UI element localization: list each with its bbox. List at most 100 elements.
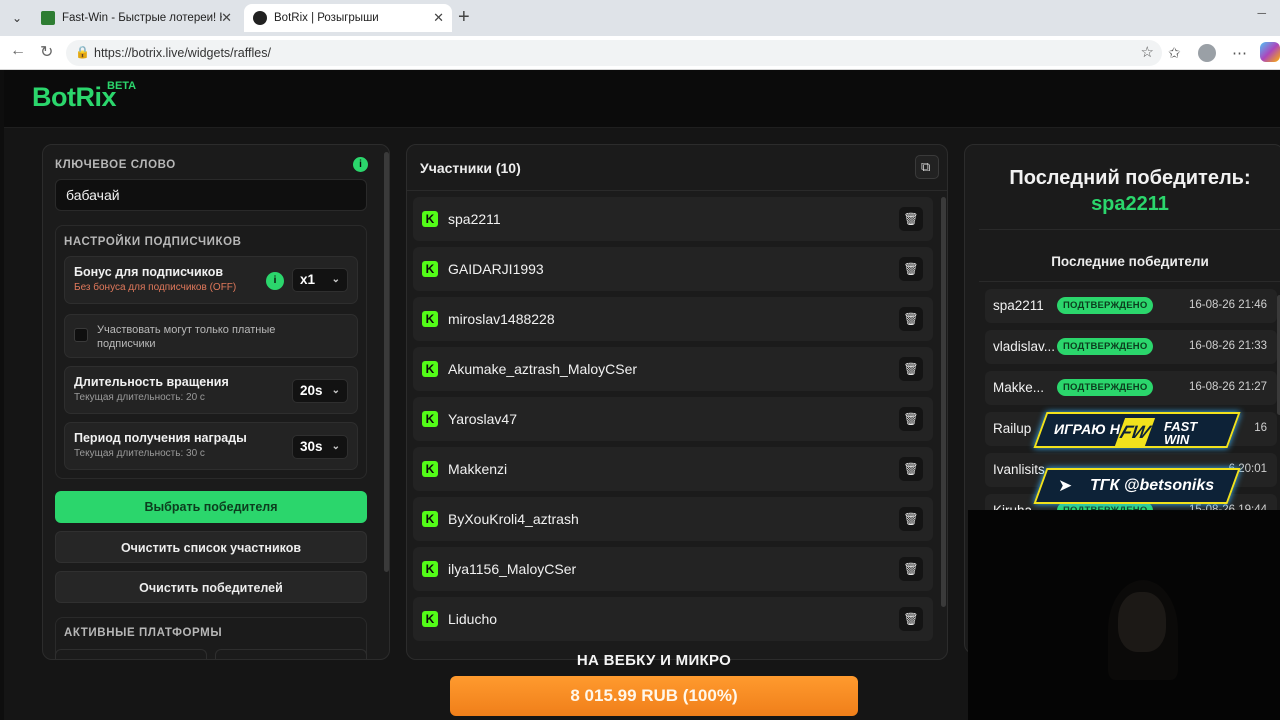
address-bar[interactable]: 🔒 https://botrix.live/widgets/raffles/ ☆ <box>66 40 1162 66</box>
close-tab-icon[interactable]: ✕ <box>221 4 232 32</box>
platform-toggle-card[interactable] <box>55 649 207 659</box>
new-tab-icon[interactable]: + <box>458 6 470 29</box>
participant-name: GAIDARJI1993 <box>448 261 544 277</box>
spin-duration-select[interactable]: 20s ⌄ <box>292 379 348 403</box>
participants-scrollbar[interactable] <box>941 197 946 607</box>
chevron-down-icon: ⌄ <box>331 274 340 285</box>
kick-platform-icon: K <box>422 311 438 327</box>
participant-row: K Yaroslav47 🗑 <box>413 397 933 441</box>
subscriber-settings-group: НАСТРОЙКИ ПОДПИСЧИКОВ Бонус для подписчи… <box>55 225 367 479</box>
remove-participant-trash-icon[interactable]: 🗑 <box>899 257 923 281</box>
participant-name: Akumake_aztrash_MaloyCSer <box>448 361 638 377</box>
streamer-face <box>1118 592 1166 652</box>
clear-participants-button[interactable]: Очистить список участников <box>55 531 367 563</box>
kick-platform-icon: K <box>422 511 438 527</box>
participant-name: miroslav1488228 <box>448 311 555 327</box>
participant-name: Liducho <box>448 611 498 627</box>
copy-icon: ⧉ <box>921 159 931 174</box>
beta-badge: BETA <box>107 80 137 92</box>
claim-period-select[interactable]: 30s ⌄ <box>292 435 348 459</box>
claim-period-title: Период получения награды <box>74 431 247 445</box>
recent-winners-title: Последние победители <box>1051 254 1209 269</box>
browser-toolbar: ← ↻ 🔒 https://botrix.live/widgets/raffle… <box>0 36 1280 70</box>
participants-panel: Участники (10) ⧉ Kspa2211 🗑 K GAIDARJI1993 🗑… <box>406 144 948 660</box>
close-tab-icon[interactable]: ✕ <box>433 4 444 32</box>
browser-tab-fastwin[interactable]: Fast-Win - Быстрые лотереи! Ком ✕ <box>32 4 240 32</box>
tab-title: Fast-Win - Быстрые лотереи! Ком <box>62 12 222 24</box>
bonus-multiplier-select[interactable]: x1 ⌄ <box>292 268 348 292</box>
winner-name: spa2211 <box>993 298 1044 313</box>
bonus-info-icon[interactable]: i <box>266 272 284 290</box>
bonus-subtitle: Без бонуса для подписчиков (OFF) <box>74 282 237 293</box>
chevron-down-icon: ⌄ <box>331 385 340 396</box>
remove-participant-trash-icon[interactable]: 🗑 <box>899 507 923 531</box>
remove-participant-trash-icon[interactable]: 🗑 <box>899 607 923 631</box>
telegram-icon: ➤ <box>1058 476 1073 495</box>
pick-winner-button[interactable]: Выбрать победителя <box>55 491 367 523</box>
kick-platform-icon: K <box>422 361 438 377</box>
botrix-logo[interactable]: BotRix <box>32 82 117 113</box>
participant-name: ByXouKroli4_aztrash <box>448 511 579 527</box>
remove-participant-trash-icon[interactable]: 🗑 <box>899 207 923 231</box>
reload-icon[interactable]: ↻ <box>40 42 53 62</box>
participant-row: Kspa2211 🗑 <box>413 197 933 241</box>
tab-title: BotRix | Розыгрыши <box>274 12 379 24</box>
participants-header: Участники (10) ⧉ <box>407 145 947 191</box>
winner-date: 16 <box>1254 422 1267 434</box>
participants-title: Участники (10) <box>420 160 521 176</box>
kick-platform-icon: K <box>422 461 438 477</box>
participant-row: K Makkenzi 🗑 <box>413 447 933 491</box>
remove-participant-trash-icon[interactable]: 🗑 <box>899 557 923 581</box>
more-menu-icon[interactable]: ⋯ <box>1232 44 1247 62</box>
platform-toggle-card[interactable] <box>215 649 367 659</box>
fastwin-favicon-icon <box>41 11 55 25</box>
settings-scrollbar[interactable] <box>384 152 389 572</box>
subscriber-bonus-row: Бонус для подписчиков Без бонуса для под… <box>64 256 358 304</box>
last-winner-title: Последний победитель: <box>1009 167 1251 189</box>
clear-winners-button[interactable]: Очистить победителей <box>55 571 367 603</box>
favorites-icon[interactable]: ✩ <box>1168 44 1181 62</box>
keyword-input[interactable]: бабачай <box>55 179 367 211</box>
participant-name: spa2211 <box>448 211 501 227</box>
browser-tab-botrix[interactable]: BotRix | Розыгрыши ✕ <box>244 4 452 32</box>
keyword-title: КЛЮЧЕВОЕ СЛОВО <box>55 159 176 171</box>
raffle-settings-panel: КЛЮЧЕВОЕ СЛОВО i бабачай НАСТРОЙКИ ПОДПИ… <box>42 144 390 660</box>
active-platforms-title: АКТИВНЫЕ ПЛАТФОРМЫ <box>64 627 223 639</box>
participant-row: K GAIDARJI1993 🗑 <box>413 247 933 291</box>
site-info-icon[interactable]: 🔒 <box>75 45 90 59</box>
browser-tabbar: ⌄ Fast-Win - Быстрые лотереи! Ком ✕ BotR… <box>0 0 1280 36</box>
spin-duration-value: 20s <box>300 383 323 398</box>
info-icon[interactable]: i <box>353 157 368 172</box>
favorite-star-icon[interactable]: ☆ <box>1141 43 1154 61</box>
donation-progress-bar: 8 015.99 RUB (100%) <box>450 676 858 716</box>
fastwin-brand: FAST WIN <box>1164 420 1197 446</box>
confirmed-status-badge: ПОДТВЕРЖДЕНО <box>1057 379 1154 396</box>
paid-only-checkbox[interactable] <box>74 328 88 342</box>
window-minimize-icon[interactable]: ─ <box>1257 6 1266 20</box>
claim-period-value: 30s <box>300 439 323 454</box>
participant-row: K Akumake_aztrash_MaloyCSer 🗑 <box>413 347 933 391</box>
winner-date: 16-08-26 21:33 <box>1188 340 1267 352</box>
chevron-down-icon: ⌄ <box>331 441 340 452</box>
copilot-icon[interactable] <box>1260 42 1280 62</box>
remove-participant-trash-icon[interactable]: 🗑 <box>899 307 923 331</box>
divider <box>979 229 1280 230</box>
remove-participant-trash-icon[interactable]: 🗑 <box>899 407 923 431</box>
tab-list-chevron-icon[interactable]: ⌄ <box>6 8 28 28</box>
participant-row: Kmiroslav1488228 🗑 <box>413 297 933 341</box>
paid-only-row[interactable]: Участвовать могут только платные подписч… <box>64 314 358 358</box>
profile-avatar[interactable] <box>1198 44 1216 62</box>
confirmed-status-badge: ПОДТВЕРЖДЕНО <box>1057 338 1154 355</box>
remove-participant-trash-icon[interactable]: 🗑 <box>899 357 923 381</box>
remove-participant-trash-icon[interactable]: 🗑 <box>899 457 923 481</box>
paid-only-label: Участвовать могут только платные подписч… <box>97 324 276 350</box>
copy-participants-button[interactable]: ⧉ <box>915 155 939 179</box>
kick-platform-icon: K <box>422 611 438 627</box>
participant-row: K ByXouKroli4_aztrash 🗑 <box>413 497 933 541</box>
participant-name: Yaroslav47 <box>448 411 518 427</box>
bonus-title: Бонус для подписчиков <box>74 265 224 279</box>
url-text: https://botrix.live/widgets/raffles/ <box>94 46 271 60</box>
back-icon[interactable]: ← <box>10 42 26 60</box>
confirmed-status-badge: ПОДТВЕРЖДЕНО <box>1057 297 1154 314</box>
fastwin-brand-line2: WIN <box>1164 432 1190 447</box>
